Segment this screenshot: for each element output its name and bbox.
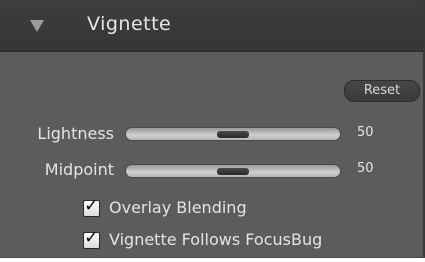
overlay-blending-label[interactable]: Overlay Blending	[109, 198, 247, 217]
disclosure-triangle-icon[interactable]	[30, 20, 44, 32]
follows-focusbug-checkbox[interactable]: ✓	[83, 227, 100, 249]
vignette-panel: Vignette Reset Lightness 50 Midpoint 50 …	[0, 0, 425, 258]
lightness-label: Lightness	[37, 124, 114, 143]
panel-header[interactable]: Vignette	[0, 0, 423, 52]
panel-title: Vignette	[87, 13, 172, 35]
reset-button[interactable]: Reset	[344, 80, 420, 102]
lightness-slider[interactable]	[125, 127, 341, 141]
checkmark-icon: ✓	[84, 227, 100, 248]
lightness-value: 50	[357, 125, 374, 140]
midpoint-value: 50	[357, 161, 374, 176]
midpoint-slider[interactable]	[125, 164, 341, 178]
follows-focusbug-label[interactable]: Vignette Follows FocusBug	[109, 230, 322, 249]
checkmark-icon: ✓	[84, 195, 100, 216]
lightness-slider-thumb[interactable]	[217, 131, 249, 138]
midpoint-slider-thumb[interactable]	[217, 168, 249, 175]
overlay-blending-checkbox[interactable]: ✓	[83, 195, 100, 217]
midpoint-label: Midpoint	[44, 160, 114, 179]
